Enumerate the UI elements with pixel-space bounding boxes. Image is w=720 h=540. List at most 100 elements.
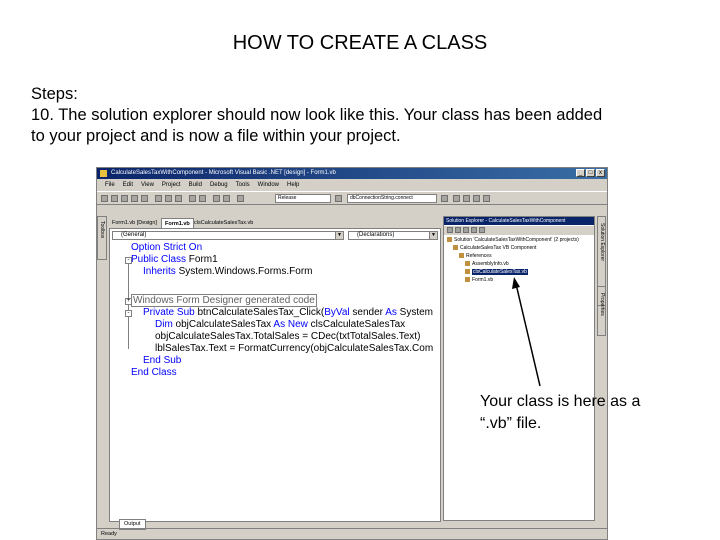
code-line-9: End Sub [143, 355, 181, 367]
menu-window[interactable]: Window [254, 180, 283, 190]
tree-item-class-file[interactable]: clsCalculateSalesTax.vb [465, 269, 528, 276]
save-icon[interactable] [131, 195, 138, 202]
kw-dim: Dim [155, 319, 173, 330]
kw-end-class: End Class [131, 367, 177, 378]
solution-config-combo[interactable]: Release [275, 194, 331, 203]
kw-option-strict: Option Strict On [131, 242, 203, 253]
find-combo[interactable]: dbConnectionString.connect [347, 194, 437, 203]
solution-explorer-tab-label: Solution Explorer [599, 223, 605, 262]
class-view-icon[interactable] [483, 195, 490, 202]
code-line-4: Windows Form Designer generated code [131, 294, 317, 307]
code-text: objCalculateSalesTax.TotalSales = CDec(t… [155, 331, 421, 342]
paste-icon[interactable] [175, 195, 182, 202]
tree-item-assemblyinfo[interactable]: AssemblyInfo.vb [465, 261, 509, 268]
status-bar: Ready [97, 528, 607, 539]
toolbox-icon[interactable] [473, 195, 480, 202]
slide-title: HOW TO CREATE A CLASS [232, 32, 488, 54]
code-line-2: Public Class Form1 [131, 254, 218, 266]
outline-line [128, 265, 129, 349]
code-line-3: Inherits System.Windows.Forms.Form [143, 266, 312, 278]
refresh-icon[interactable] [463, 227, 469, 233]
step-line-2: to your project and is now a file within… [31, 127, 401, 145]
steps-text: Steps: 10. The solution explorer should … [31, 84, 691, 147]
menu-build[interactable]: Build [185, 180, 206, 190]
open-icon[interactable] [121, 195, 128, 202]
menu-edit[interactable]: Edit [119, 180, 137, 190]
redo-icon[interactable] [199, 195, 206, 202]
references-icon [459, 253, 464, 258]
ide-screenshot: CalculateSalesTaxWithComponent - Microso… [96, 167, 608, 540]
method-name-value: (Declarations) [357, 232, 395, 238]
vb-file-icon [465, 269, 470, 274]
undo-icon[interactable] [189, 195, 196, 202]
step-line-1: 10. The solution explorer should now loo… [31, 106, 603, 124]
save-all-icon[interactable] [141, 195, 148, 202]
tree-item-form[interactable]: Form1.vb [465, 277, 493, 284]
code-line-10: End Class [131, 367, 177, 379]
cut-icon[interactable] [155, 195, 162, 202]
toolbox-tab[interactable]: Toolbox [97, 216, 107, 260]
chevron-down-icon: ▼ [335, 232, 343, 239]
code-line-1: Option Strict On [131, 242, 202, 254]
properties-icon[interactable] [463, 195, 470, 202]
start-icon[interactable] [237, 195, 244, 202]
collapsed-region[interactable]: Windows Form Designer generated code [131, 294, 317, 307]
nav-back-icon[interactable] [213, 195, 220, 202]
new-project-icon[interactable] [101, 195, 108, 202]
toolbox-label: Toolbox [99, 221, 105, 239]
kw-private-sub: Private Sub [143, 307, 195, 318]
code-line-5: Private Sub btnCalculateSalesTax_Click(B… [143, 307, 433, 319]
properties-tab[interactable]: Properties [597, 286, 606, 336]
chevron-down-icon: ▼ [429, 232, 437, 239]
window-title: CalculateSalesTaxWithComponent - Microso… [111, 170, 336, 176]
solution-explorer-toolbar [444, 226, 594, 235]
solution-explorer-icon[interactable] [453, 195, 460, 202]
kw-as-new: As New [273, 319, 308, 330]
code-text: btnCalculateSalesTax_Click( [194, 307, 325, 318]
kw-inherits: Inherits [143, 266, 176, 277]
view-code-icon[interactable] [447, 227, 453, 233]
minimize-button[interactable]: _ [576, 169, 585, 177]
code-line-8: lblSalesTax.Text = FormatCurrency(objCal… [155, 343, 433, 355]
tab-class-file[interactable]: clsCalculateSalesTax.vb [191, 218, 256, 228]
menu-debug[interactable]: Debug [206, 180, 232, 190]
window-titlebar: CalculateSalesTaxWithComponent - Microso… [97, 168, 607, 179]
code-text: Form1 [186, 254, 218, 265]
find-in-files-icon[interactable] [441, 195, 448, 202]
add-item-icon[interactable] [111, 195, 118, 202]
view-designer-icon[interactable] [455, 227, 461, 233]
menu-tools[interactable]: Tools [232, 180, 254, 190]
callout-text: Your class is here as a “.vb” file. [480, 391, 680, 435]
class-name-combo[interactable]: (General) ▼ [112, 231, 344, 240]
kw-public-class: Public Class [131, 254, 187, 265]
code-text: System.Windows.Forms.Form [175, 266, 313, 277]
tree-item-references[interactable]: References [459, 253, 492, 260]
properties-icon[interactable] [479, 227, 485, 233]
menu-bar: File Edit View Project Build Debug Tools… [97, 180, 607, 190]
menu-file[interactable]: File [101, 180, 119, 190]
kw-byval: ByVal [324, 307, 350, 318]
code-text: lblSalesTax.Text = FormatCurrency(objCal… [155, 343, 434, 354]
copy-icon[interactable] [165, 195, 172, 202]
solution-explorer-panel: Solution Explorer - CalculateSalesTaxWit… [443, 216, 595, 521]
menu-view[interactable]: View [137, 180, 158, 190]
tree-item-solution[interactable]: Solution 'CalculateSalesTaxWithComponent… [447, 237, 579, 244]
document-tabs: Form1.vb [Design] Form1.vb clsCalculateS… [109, 218, 439, 229]
tree-item-project[interactable]: CalculateSalesTax VB Component [453, 245, 536, 252]
nav-forward-icon[interactable] [223, 195, 230, 202]
steps-heading: Steps: [31, 85, 78, 103]
show-all-files-icon[interactable] [471, 227, 477, 233]
collapse-icon[interactable]: - [125, 310, 132, 317]
properties-tab-label: Properties [599, 293, 605, 316]
menu-project[interactable]: Project [158, 180, 185, 190]
tab-form-design[interactable]: Form1.vb [Design] [109, 218, 160, 228]
method-name-combo[interactable]: (Declarations) ▼ [348, 231, 438, 240]
code-text: clsCalculateSalesTax [307, 319, 406, 330]
maximize-button[interactable]: □ [586, 169, 595, 177]
kw-as: As [385, 307, 397, 318]
code-text: objCalculateSalesTax [172, 319, 274, 330]
code-editor[interactable]: (General) ▼ (Declarations) ▼ - + - Optio… [109, 228, 441, 522]
close-button[interactable]: x [596, 169, 605, 177]
menu-help[interactable]: Help [283, 180, 303, 190]
find-icon[interactable] [335, 195, 342, 202]
